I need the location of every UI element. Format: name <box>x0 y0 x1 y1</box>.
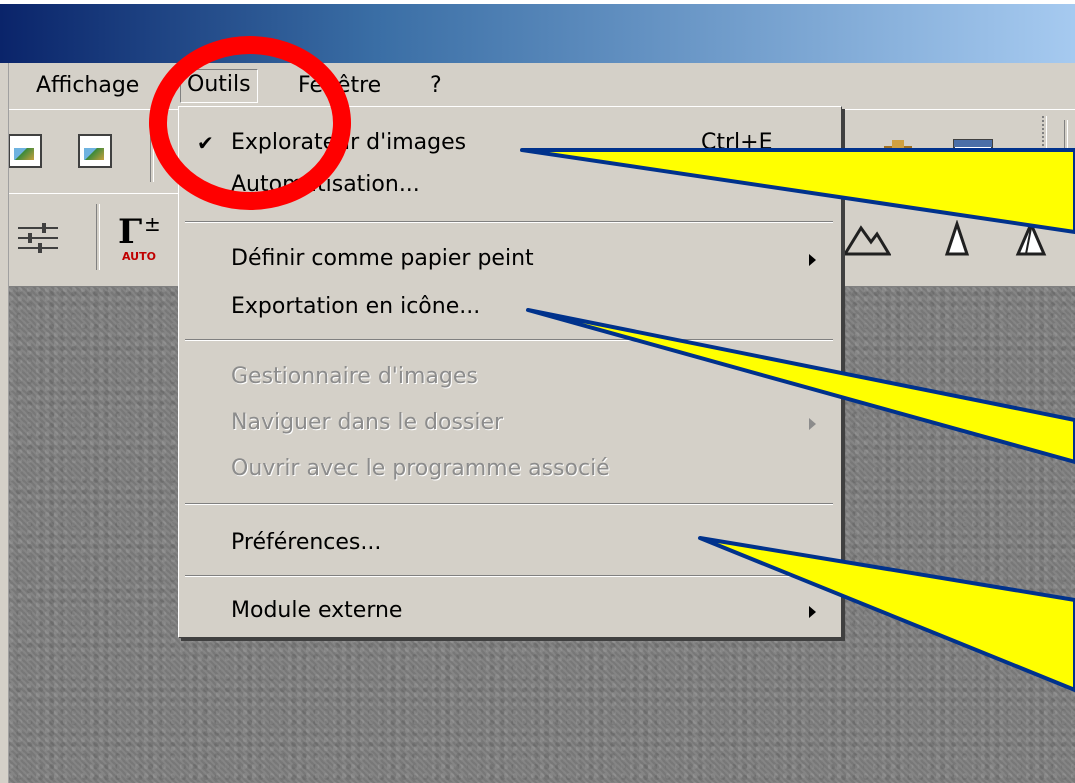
menu-item-label: Exportation en icône... <box>231 294 481 319</box>
menu-item-image-explorer[interactable]: ✔ Explorateur d'images Ctrl+E <box>179 127 841 159</box>
menu-item-set-wallpaper[interactable]: Définir comme papier peint <box>179 243 841 275</box>
mountain-icon[interactable] <box>843 220 891 260</box>
menu-item-browse-folder[interactable]: Naviguer dans le dossier <box>179 407 841 439</box>
menu-item-label: Explorateur d'images <box>231 130 467 155</box>
menu-item-preferences[interactable]: Préférences... <box>179 527 841 559</box>
menu-separator <box>185 503 833 505</box>
toolbar-separator <box>96 204 100 270</box>
submenu-arrow-icon <box>809 418 816 430</box>
menu-item-external-module[interactable]: Module externe <box>179 595 841 627</box>
menu-outils[interactable]: Outils <box>180 69 258 103</box>
menu-item-open-with[interactable]: Ouvrir avec le programme associé <box>179 453 841 485</box>
menu-item-image-manager[interactable]: Gestionnaire d'images <box>179 361 841 393</box>
menu-item-label: Ouvrir avec le programme associé <box>231 456 610 481</box>
menu-separator <box>185 339 833 341</box>
gamma-auto-label: AUTO <box>122 250 156 263</box>
binoculars-icon[interactable] <box>878 136 918 170</box>
sharpen-icon[interactable] <box>942 220 972 260</box>
toolbar-separator <box>150 120 154 182</box>
copy-image-icon[interactable] <box>78 134 112 168</box>
toolbar-grip <box>1042 116 1047 178</box>
gamma-sign: ± <box>144 212 161 236</box>
menu-item-export-icon[interactable]: Exportation en icône... <box>179 291 841 323</box>
tools-dropdown-menu: ✔ Explorateur d'images Ctrl+E Automatisa… <box>178 106 842 638</box>
menu-fenetre[interactable]: Fenêtre <box>292 71 387 101</box>
menu-item-automation[interactable]: Automatisation... <box>179 169 841 201</box>
menu-item-label: Préférences... <box>231 530 382 555</box>
submenu-arrow-icon <box>809 254 816 266</box>
menu-item-label: Définir comme papier peint <box>231 246 534 271</box>
menu-item-label: Module externe <box>231 598 403 623</box>
sharpen-more-icon[interactable] <box>1014 220 1048 260</box>
menu-bar: Affichage Outils Fenêtre ? <box>0 63 1075 109</box>
menu-separator <box>185 575 833 577</box>
menu-item-label: Naviguer dans le dossier <box>231 410 504 435</box>
image-icon[interactable] <box>8 134 42 168</box>
window-left-edge <box>0 63 9 783</box>
toolbar-separator <box>1064 120 1068 170</box>
submenu-arrow-icon <box>809 606 816 618</box>
menu-item-label: Gestionnaire d'images <box>231 364 478 389</box>
menu-affichage[interactable]: Affichage <box>30 71 145 101</box>
menu-item-shortcut: Ctrl+E <box>701 130 773 155</box>
menu-separator <box>185 221 833 223</box>
title-bar <box>0 0 1075 67</box>
checkmark-icon: ✔ <box>197 131 214 155</box>
gamma-symbol: Γ <box>118 212 143 252</box>
sliders-icon[interactable] <box>14 220 62 256</box>
menu-item-label: Automatisation... <box>231 172 420 197</box>
window-icon[interactable] <box>952 136 996 170</box>
menu-help[interactable]: ? <box>424 71 448 101</box>
gamma-auto-button[interactable]: Γ ± AUTO <box>118 212 168 268</box>
